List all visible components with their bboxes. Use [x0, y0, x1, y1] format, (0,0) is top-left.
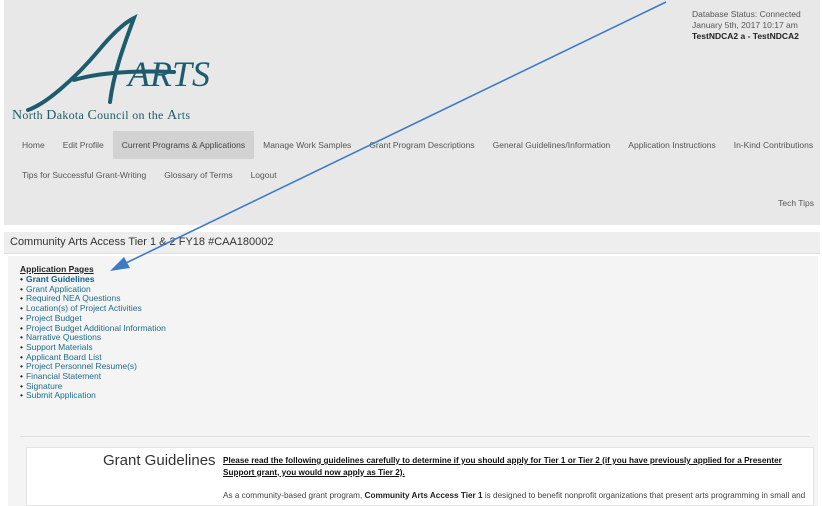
- page-title-bar: Community Arts Access Tier 1 & 2 FY18 #C…: [4, 232, 820, 254]
- application-pages-list: Grant Guidelines Grant Application Requi…: [20, 274, 166, 401]
- status-connection: Database Status: Connected: [692, 9, 801, 19]
- guidelines-note: Please read the following guidelines car…: [223, 456, 782, 477]
- site-header: ARTS North Dakota Council on the Arts Da…: [4, 0, 820, 225]
- app-page-submit[interactable]: Submit Application: [20, 391, 166, 401]
- application-pages-heading: Application Pages: [20, 264, 94, 274]
- nav-manage-work-samples[interactable]: Manage Work Samples: [254, 131, 360, 159]
- status-date: January 5th, 2017 10:17 am: [692, 20, 798, 30]
- nav-edit-profile[interactable]: Edit Profile: [54, 131, 113, 159]
- nav-current-programs[interactable]: Current Programs & Applications: [112, 131, 255, 159]
- nav-grant-program-descriptions[interactable]: Grant Program Descriptions: [360, 131, 483, 159]
- page-title: Community Arts Access Tier 1 & 2 FY18 #C…: [10, 236, 274, 248]
- nav-row-1: Home Edit Profile Current Programs & App…: [22, 131, 822, 159]
- content-divider: [20, 436, 810, 437]
- status-user: TestNDCA2 a - TestNDCA2: [692, 31, 799, 41]
- guidelines-body: As a community-based grant program, Comm…: [223, 491, 806, 500]
- logo-text: ARTS: [126, 54, 210, 94]
- grant-guidelines-panel: Grant Guidelines Please read the followi…: [26, 447, 814, 506]
- page: ARTS North Dakota Council on the Arts Da…: [0, 0, 822, 506]
- nav-tips-grant-writing[interactable]: Tips for Successful Grant-Writing: [22, 161, 155, 189]
- nav-home[interactable]: Home: [22, 131, 54, 159]
- main-content: Application Pages Grant Guidelines Grant…: [8, 256, 818, 506]
- org-name: North Dakota Council on the Arts: [12, 108, 191, 123]
- nav-logout[interactable]: Logout: [242, 161, 286, 189]
- nav-in-kind-contributions[interactable]: In-Kind Contributions: [725, 131, 822, 159]
- database-status: Database Status: Connected January 5th, …: [692, 9, 812, 42]
- nav-row-2: Tips for Successful Grant-Writing Glossa…: [22, 161, 286, 189]
- tech-tips-link[interactable]: Tech Tips: [778, 198, 814, 208]
- nav-application-instructions[interactable]: Application Instructions: [619, 131, 724, 159]
- nav-glossary[interactable]: Glossary of Terms: [155, 161, 241, 189]
- nav-general-guidelines[interactable]: General Guidelines/Information: [484, 131, 620, 159]
- grant-guidelines-heading: Grant Guidelines: [103, 452, 216, 469]
